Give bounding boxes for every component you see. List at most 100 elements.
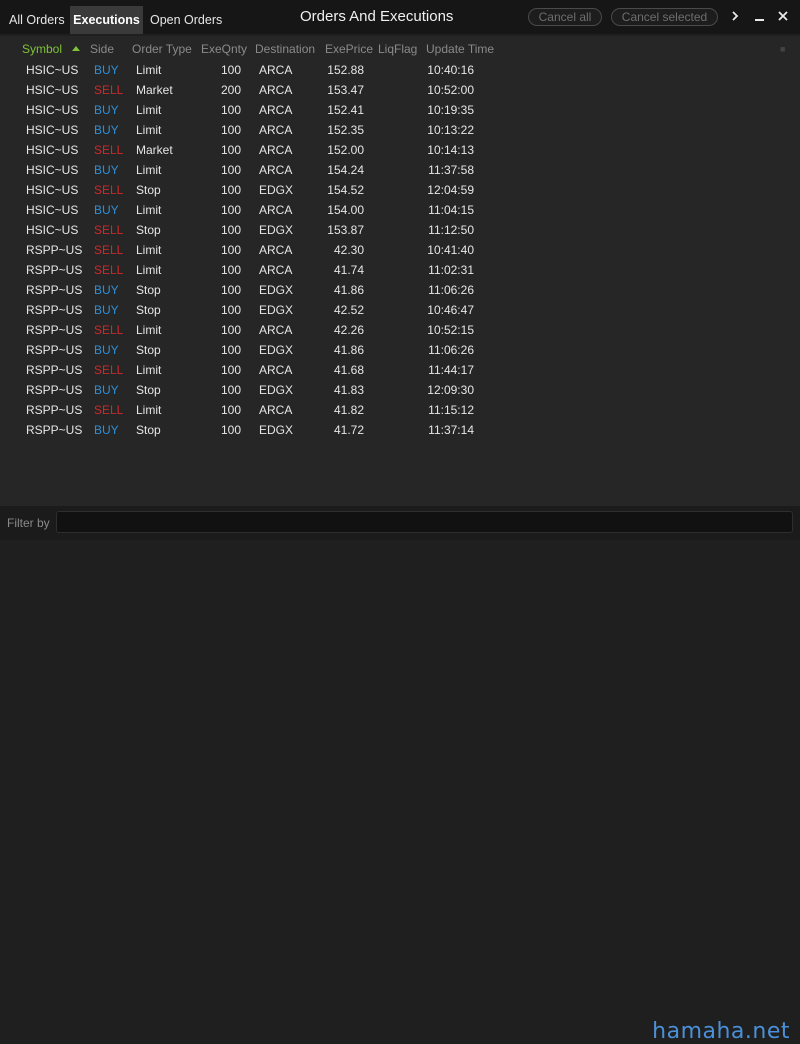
cell-side: SELL [94,143,124,157]
cell-exeprice: 42.30 [333,243,364,257]
table-row[interactable]: HSIC~US SELL Stop 100 EDGX 154.52 12:04:59 [0,180,800,200]
col-header-destination[interactable]: Destination [255,40,315,58]
cell-update-time: 10:52:15 [427,323,474,337]
col-header-exeqnty[interactable]: ExeQnty [201,40,247,58]
cell-liqflag [380,180,420,200]
cell-exeprice: 42.26 [333,323,364,337]
cell-side: BUY [94,283,119,297]
cell-destination: EDGX [259,343,294,357]
cell-side: BUY [94,423,119,437]
table-row[interactable]: HSIC~US BUY Limit 100 ARCA 154.24 11:37:58 [0,160,800,180]
cell-exeqnty: 200 [220,83,241,97]
filter-input[interactable] [56,511,793,533]
cell-update-time: 11:04:15 [428,203,474,217]
table-row[interactable]: RSPP~US SELL Limit 100 ARCA 42.30 10:41:40 [0,240,800,260]
cell-symbol: RSPP~US [26,343,83,357]
cell-order-type: Limit [136,123,162,137]
minimize-icon[interactable] [752,8,768,26]
cell-side: BUY [94,63,119,77]
cell-destination: EDGX [259,383,294,397]
cell-update-time: 11:44:17 [428,363,474,377]
cell-exeprice: 152.00 [327,143,364,157]
cell-liqflag [380,100,420,120]
cell-order-type: Stop [136,423,161,437]
cell-side: SELL [94,183,124,197]
cell-exeqnty: 100 [220,283,241,297]
table-row[interactable]: RSPP~US BUY Stop 100 EDGX 41.72 11:37:14 [0,420,800,440]
cell-exeqnty: 100 [220,343,241,357]
cell-liqflag [380,160,420,180]
table-row[interactable]: HSIC~US BUY Limit 100 ARCA 152.41 10:19:35 [0,100,800,120]
table-row[interactable]: RSPP~US BUY Stop 100 EDGX 42.52 10:46:47 [0,300,800,320]
col-header-order-type[interactable]: Order Type [132,40,192,58]
cell-symbol: RSPP~US [26,263,83,277]
cell-order-type: Market [136,83,173,97]
table-row[interactable]: RSPP~US BUY Stop 100 EDGX 41.86 11:06:26 [0,280,800,300]
cell-symbol: RSPP~US [26,283,83,297]
col-header-side[interactable]: Side [90,40,114,58]
table-row[interactable]: RSPP~US SELL Limit 100 ARCA 42.26 10:52:15 [0,320,800,340]
cell-order-type: Limit [136,263,162,277]
cell-exeprice: 153.47 [327,83,364,97]
close-icon[interactable] [775,8,791,26]
tab-executions[interactable]: Executions [70,6,143,34]
cell-side: BUY [94,103,119,117]
col-header-exeprice[interactable]: ExePrice [325,40,373,58]
cell-symbol: RSPP~US [26,383,83,397]
cell-side: BUY [94,383,119,397]
cell-order-type: Stop [136,283,161,297]
table-row[interactable]: RSPP~US BUY Stop 100 EDGX 41.86 11:06:26 [0,340,800,360]
cell-exeqnty: 100 [220,383,241,397]
cell-order-type: Limit [136,323,162,337]
tab-all-orders[interactable]: All Orders [0,6,70,34]
tab-open-orders[interactable]: Open Orders [143,6,228,34]
cell-destination: ARCA [259,123,293,137]
table-row[interactable]: HSIC~US SELL Market 100 ARCA 152.00 10:14:13 [0,140,800,160]
cell-destination: ARCA [259,163,293,177]
cell-exeprice: 154.24 [327,163,364,177]
cell-update-time: 12:04:59 [427,183,474,197]
table-row[interactable]: HSIC~US SELL Stop 100 EDGX 153.87 11:12:50 [0,220,800,240]
cell-update-time: 11:37:58 [428,163,474,177]
cell-liqflag [380,220,420,240]
cell-liqflag [380,240,420,260]
cell-exeprice: 41.86 [333,283,364,297]
cell-destination: ARCA [259,403,293,417]
table-row[interactable]: HSIC~US SELL Market 200 ARCA 153.47 10:52:00 [0,80,800,100]
table-row[interactable]: HSIC~US BUY Limit 100 ARCA 152.35 10:13:22 [0,120,800,140]
cell-order-type: Stop [136,303,161,317]
col-header-liqflag[interactable]: LiqFlag [378,40,417,58]
filter-label: Filter by [7,516,50,530]
cell-destination: ARCA [259,103,293,117]
cell-liqflag [380,260,420,280]
cell-exeqnty: 100 [220,363,241,377]
cell-exeqnty: 100 [220,103,241,117]
cell-exeprice: 154.52 [327,183,364,197]
cell-liqflag [380,420,420,440]
cell-order-type: Market [136,143,173,157]
table-row[interactable]: HSIC~US BUY Limit 100 ARCA 154.00 11:04:15 [0,200,800,220]
cell-symbol: RSPP~US [26,303,83,317]
cell-exeprice: 41.83 [333,383,364,397]
executions-grid: Symbol Side Order Type ExeQnty Destinati… [0,36,800,506]
table-row[interactable]: RSPP~US SELL Limit 100 ARCA 41.74 11:02:31 [0,260,800,280]
filter-bar: Filter by hamaha.net [0,506,800,1044]
table-row[interactable]: RSPP~US SELL Limit 100 ARCA 41.68 11:44:17 [0,360,800,380]
col-header-update-time[interactable]: Update Time [426,40,494,58]
cell-exeqnty: 100 [220,183,241,197]
col-header-symbol[interactable]: Symbol [22,40,62,58]
cancel-all-button[interactable]: Cancel all [528,8,602,26]
cell-update-time: 10:46:47 [427,303,474,317]
table-row[interactable]: RSPP~US SELL Limit 100 ARCA 41.82 11:15:12 [0,400,800,420]
cell-symbol: HSIC~US [26,83,79,97]
table-row[interactable]: HSIC~US BUY Limit 100 ARCA 152.88 10:40:16 [0,60,800,80]
chevron-right-icon[interactable] [727,8,743,26]
cell-side: SELL [94,243,124,257]
cell-update-time: 11:15:12 [428,403,474,417]
cell-destination: ARCA [259,243,293,257]
cell-symbol: HSIC~US [26,223,79,237]
cancel-selected-button[interactable]: Cancel selected [611,8,718,26]
table-row[interactable]: RSPP~US BUY Stop 100 EDGX 41.83 12:09:30 [0,380,800,400]
cell-destination: ARCA [259,263,293,277]
column-chooser-icon[interactable]: ■ [780,44,785,54]
